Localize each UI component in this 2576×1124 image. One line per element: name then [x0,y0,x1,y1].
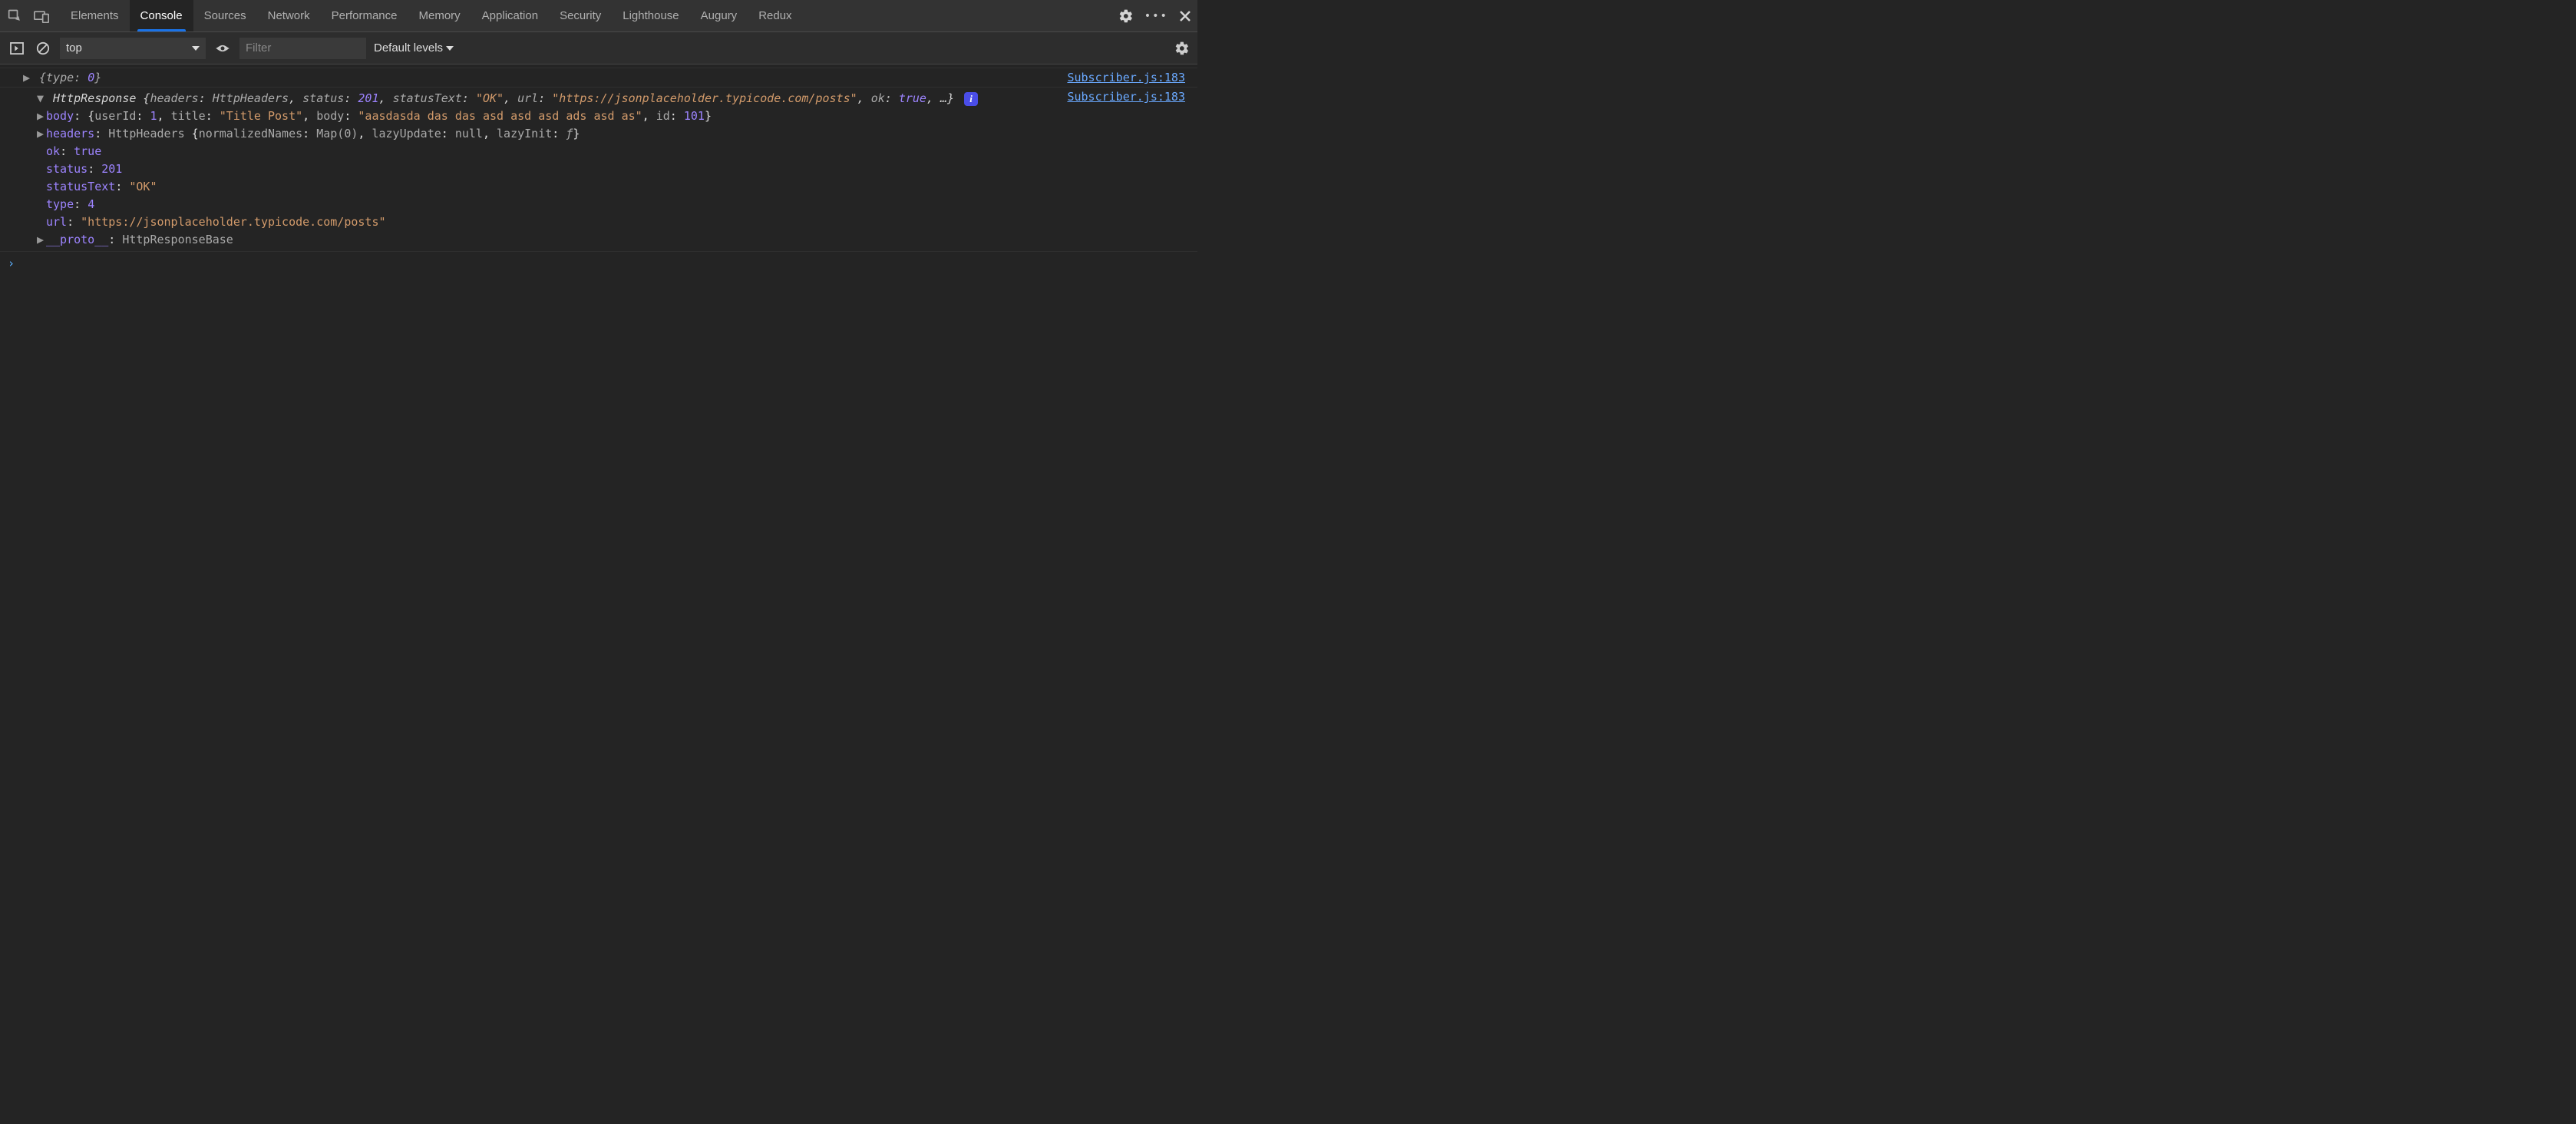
expand-icon[interactable]: ▶ [37,125,45,143]
log-levels-select[interactable]: Default levels [374,41,454,55]
collapse-icon[interactable]: ▼ [37,90,45,107]
source-link[interactable]: Subscriber.js:183 [1067,90,1185,104]
execution-context-select[interactable]: top [60,38,206,59]
expand-icon[interactable]: ▶ [23,71,31,84]
tab-elements[interactable]: Elements [60,0,130,31]
expand-icon[interactable]: ▶ [37,107,45,125]
tab-sources[interactable]: Sources [193,0,257,31]
more-menu-icon[interactable]: ••• [1144,10,1168,22]
tab-application[interactable]: Application [471,0,549,31]
tab-performance[interactable]: Performance [321,0,408,31]
console-message-expanded: Subscriber.js:183 ▼ HttpResponse {header… [0,88,1197,252]
filter-input[interactable] [239,38,366,59]
live-expression-icon[interactable] [213,39,232,58]
tab-console[interactable]: Console [130,0,193,31]
devtools-tabbar: Elements Console Sources Network Perform… [0,0,1197,32]
tab-memory[interactable]: Memory [408,0,471,31]
tab-redux[interactable]: Redux [748,0,802,31]
console-messages: Subscriber.js:183 ▶ {type: 0} Subscriber… [0,64,1197,275]
expand-icon[interactable]: ▶ [37,231,45,249]
source-link[interactable]: Subscriber.js:183 [1067,71,1185,84]
toggle-sidebar-icon[interactable] [8,39,26,58]
console-toolbar: top Default levels [0,32,1197,64]
device-toggle-icon[interactable] [31,5,52,27]
tab-lighthouse[interactable]: Lighthouse [612,0,689,31]
console-message: Subscriber.js:183 ▶ {type: 0} [0,68,1197,88]
tab-augury[interactable]: Augury [690,0,748,31]
tab-network[interactable]: Network [257,0,321,31]
clear-console-icon[interactable] [34,39,52,58]
tab-security[interactable]: Security [549,0,612,31]
console-settings-icon[interactable] [1174,41,1190,56]
console-prompt[interactable]: › [0,252,1197,275]
settings-gear-icon[interactable] [1118,8,1134,24]
close-devtools-icon[interactable] [1179,10,1191,22]
panel-tabs: Elements Console Sources Network Perform… [60,0,803,31]
info-badge-icon[interactable]: i [964,92,978,106]
inspect-element-icon[interactable] [5,5,26,27]
